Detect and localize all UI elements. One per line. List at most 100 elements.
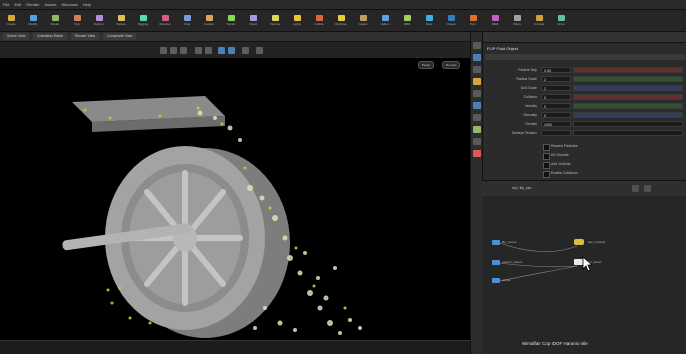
shelf-tool-particles[interactable]: Particles (333, 15, 349, 26)
tab-render-view[interactable]: Render View (71, 33, 100, 40)
param-value-field[interactable]: 2 (541, 85, 571, 91)
shelf-tool-poly[interactable]: Poly (69, 15, 85, 26)
menu-help[interactable]: Help (83, 2, 91, 7)
shelf-tool-rbd[interactable]: RBD (399, 15, 415, 26)
param-label: Particle Sep (518, 68, 537, 72)
param-value-field[interactable]: 1000 (541, 121, 571, 127)
network-layout-icon[interactable] (644, 185, 651, 192)
param-value-field[interactable] (541, 130, 571, 136)
shelf-tool-fem[interactable]: FEM (487, 15, 503, 26)
shelf-tool-lights[interactable]: Lights (289, 15, 305, 26)
checkbox[interactable] (543, 161, 550, 169)
shelf-tool-fluid[interactable]: Fluid (421, 15, 437, 26)
snap-icon[interactable] (205, 47, 212, 54)
shelf-tool-icon (249, 15, 257, 21)
home-icon[interactable] (473, 42, 481, 49)
node-output[interactable] (492, 278, 500, 283)
param-value-field[interactable]: 0.05 (541, 67, 571, 73)
menu-assets[interactable]: Assets (44, 2, 56, 7)
param-slider[interactable] (573, 130, 683, 136)
shelf-tool-collide[interactable]: Collide (311, 15, 327, 26)
water-wheel-render (62, 96, 362, 338)
menu-edit[interactable]: Edit (14, 2, 21, 7)
param-row: Density 1000 (483, 120, 686, 128)
light-icon[interactable] (473, 78, 481, 85)
shelf-tool-icon (73, 15, 81, 21)
param-row: Grid Scale 2 (483, 84, 686, 92)
shelf-tool-cloud[interactable]: Cloud (245, 15, 261, 26)
snapshot-icon[interactable] (473, 90, 481, 97)
param-label: Velocity (524, 104, 537, 108)
shelf-tool-terrain[interactable]: Terrain (223, 15, 239, 26)
shelf-tool-label: Fluid (425, 22, 433, 26)
param-slider[interactable] (573, 67, 683, 73)
param-value-field[interactable]: 0 (541, 94, 571, 100)
shelf-tool-icon (491, 15, 499, 21)
shelf-tool-modify[interactable]: Modify (25, 15, 41, 26)
shelf-tool-label: Deform (94, 22, 104, 26)
param-slider[interactable] (573, 85, 683, 91)
node-volume-source[interactable] (492, 260, 500, 265)
param-slider[interactable] (573, 76, 683, 82)
shelf-tool-deform[interactable]: Deform (91, 15, 107, 26)
shelf-toolbar: Create Modify Model Poly Deform Texture Riggin… (0, 10, 686, 32)
checkbox[interactable] (543, 170, 550, 178)
param-value-field[interactable]: 0 (541, 112, 571, 118)
param-slider[interactable] (573, 103, 683, 109)
param-slider[interactable] (573, 94, 683, 100)
network-editor[interactable]: flip_source volume_source dop_network fl… (482, 196, 686, 354)
shelf-tool-icon (51, 15, 59, 21)
ghost-icon[interactable] (473, 102, 481, 109)
template-icon[interactable] (473, 138, 481, 145)
select-tool-icon[interactable] (160, 47, 167, 54)
param-value-field[interactable]: 2 (541, 76, 571, 82)
view-icon[interactable] (218, 47, 225, 54)
record-icon[interactable] (473, 150, 481, 157)
shelf-tool-label: Terrain (226, 22, 236, 26)
menu-file[interactable]: File (3, 2, 9, 7)
lights-icon[interactable] (242, 47, 249, 54)
shelf-tool-wires[interactable]: Wires (509, 15, 525, 26)
frame-icon[interactable] (473, 66, 481, 73)
network-tools-icon[interactable] (632, 185, 639, 192)
shelf-tool-volume[interactable]: Volume (267, 15, 283, 26)
shelf-tool-ocean[interactable]: Ocean (443, 15, 459, 26)
move-tool-icon[interactable] (170, 47, 177, 54)
menu-render[interactable]: Render (26, 2, 39, 7)
mouse-pointer-icon (582, 256, 594, 272)
checkbox-label: Enable Collisions (551, 171, 578, 175)
display-options-icon[interactable] (195, 47, 202, 54)
param-slider[interactable] (573, 121, 683, 127)
shelf-tool-crowds[interactable]: Crowds (531, 15, 547, 26)
camera-icon[interactable] (228, 47, 235, 54)
menu-windows[interactable]: Windows (62, 2, 78, 7)
grid-icon[interactable] (473, 54, 481, 61)
shelf-tool-pyro[interactable]: Pyro (465, 15, 481, 26)
param-slider[interactable] (573, 112, 683, 118)
tab-scene-view[interactable]: Scene View (3, 33, 30, 40)
node-dop-network[interactable] (574, 239, 584, 245)
visibility-icon[interactable] (473, 126, 481, 133)
shelf-tool-rigging[interactable]: Rigging (135, 15, 151, 26)
node-flip-source[interactable] (492, 240, 500, 245)
param-value-field[interactable]: 0 (541, 103, 571, 109)
shelf-tool-char[interactable]: Char (179, 15, 195, 26)
scene-viewport[interactable]: Persp No cam (0, 58, 470, 340)
tab-composite-view[interactable]: Composite View (103, 33, 137, 40)
shelf-tool-create[interactable]: Create (3, 15, 19, 26)
tab-animation-editor[interactable]: Animation Editor (33, 33, 68, 40)
shelf-tool-guides[interactable]: Guides (201, 15, 217, 26)
shelf-tool-model[interactable]: Model (47, 15, 63, 26)
shading-icon[interactable] (256, 47, 263, 54)
shelf-tool-muscles[interactable]: Muscles (157, 15, 173, 26)
shelf-tool-vellum[interactable]: Vellum (377, 15, 393, 26)
shelf-tool-label: Pyro (469, 22, 477, 26)
rotate-tool-icon[interactable] (180, 47, 187, 54)
network-path[interactable]: obj / flip_sim (512, 186, 531, 190)
shelf-tool-drive[interactable]: Drive (553, 15, 569, 26)
checkbox[interactable] (543, 143, 550, 151)
checkbox[interactable] (543, 152, 550, 160)
wireframe-icon[interactable] (473, 114, 481, 121)
shelf-tool-texture[interactable]: Texture (113, 15, 129, 26)
shelf-tool-grains[interactable]: Grains (355, 15, 371, 26)
